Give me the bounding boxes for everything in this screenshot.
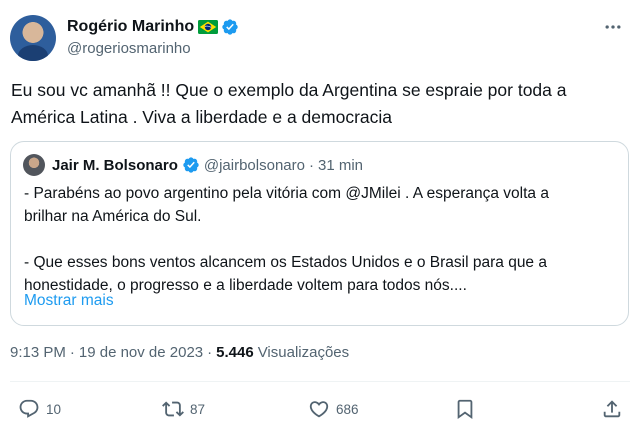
more-options-icon xyxy=(605,25,621,29)
quoted-tweet-header: Jair M. Bolsonaro @jairbolsonaro · 31 mi… xyxy=(52,155,363,175)
verified-badge-icon[interactable] xyxy=(221,18,239,36)
views-count: 5.446 xyxy=(216,344,254,361)
quoted-author-name: Jair M. Bolsonaro xyxy=(52,156,178,174)
action-bar: 10 87 686 xyxy=(0,394,640,424)
share-button[interactable] xyxy=(601,394,623,424)
retweet-count: 87 xyxy=(190,401,206,417)
retweet-icon xyxy=(162,401,184,417)
author-display-name[interactable]: Rogério Marinho xyxy=(67,18,194,36)
author-handle[interactable]: @rogeriosmarinho xyxy=(67,40,191,57)
bookmark-button[interactable] xyxy=(454,394,476,424)
separator-dot: · xyxy=(308,156,314,174)
more-options-button[interactable] xyxy=(600,14,626,40)
separator-dot: · xyxy=(207,344,213,361)
tweet-text: Eu sou vc amanhã !! Que o exemplo da Arg… xyxy=(11,80,567,127)
quoted-text-line: - Que esses bons ventos alcancem os Esta… xyxy=(24,254,547,271)
tweet-header: Rogério Marinho @rogeriosmarinho xyxy=(0,0,640,66)
views-label: Visualizações xyxy=(257,344,350,361)
show-more-link[interactable]: Mostrar mais xyxy=(24,292,114,310)
like-button[interactable]: 686 xyxy=(308,394,359,424)
quoted-text-line: - Parabéns ao povo argentino pela vitóri… xyxy=(24,185,549,202)
tweet-metadata: 9:13 PM · 19 de nov de 2023 · 5.446 Visu… xyxy=(10,344,349,361)
verified-badge-icon xyxy=(183,157,199,173)
quoted-text-line: brilhar na América do Sul. xyxy=(24,208,202,225)
reply-icon xyxy=(19,399,39,418)
divider xyxy=(10,381,630,382)
separator-dot: · xyxy=(69,344,75,361)
reply-button[interactable]: 10 xyxy=(18,394,61,424)
heart-icon xyxy=(309,401,329,418)
quoted-tweet-text: - Parabéns ao povo argentino pela vitóri… xyxy=(24,182,614,297)
quoted-tweet[interactable]: Jair M. Bolsonaro @jairbolsonaro · 31 mi… xyxy=(10,141,629,326)
share-icon xyxy=(603,400,621,418)
retweet-button[interactable]: 87 xyxy=(162,394,205,424)
quoted-author-avatar xyxy=(23,154,45,176)
author-avatar[interactable] xyxy=(10,15,56,61)
tweet-time[interactable]: 9:13 PM xyxy=(10,344,66,361)
like-count: 686 xyxy=(336,401,359,417)
quoted-author-handle: @jairbolsonaro xyxy=(203,156,305,174)
brazil-flag-icon xyxy=(198,20,219,34)
quoted-tweet-time[interactable]: 31 min xyxy=(318,157,363,174)
author-name-row: Rogério Marinho xyxy=(67,16,239,38)
quoted-text-line xyxy=(24,228,614,251)
tweet-date[interactable]: 19 de nov de 2023 xyxy=(79,344,203,361)
reply-count: 10 xyxy=(46,401,62,417)
bookmark-icon xyxy=(457,399,473,420)
